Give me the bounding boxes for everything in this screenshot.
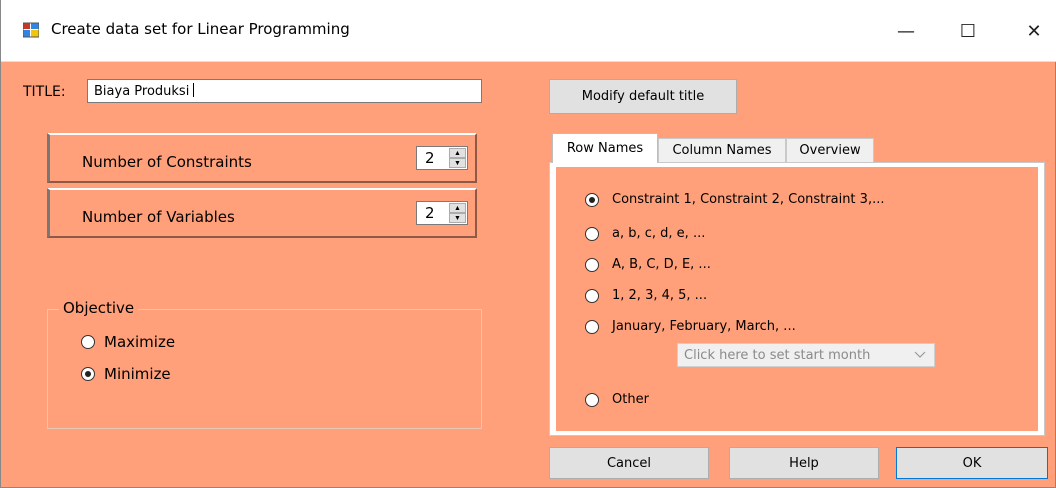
row-name-option-label[interactable]: Constraint 1, Constraint 2, Constraint 3…: [612, 192, 884, 207]
close-button[interactable]: ✕: [1011, 8, 1056, 54]
tab-overview[interactable]: Overview: [786, 138, 874, 162]
row-name-option-label[interactable]: A, B, C, D, E, ...: [612, 257, 711, 272]
dialog-window: Create data set for Linear Programming —…: [0, 0, 1056, 488]
row-name-option-radio[interactable]: [585, 320, 599, 334]
row-name-option-label[interactable]: a, b, c, d, e, ...: [612, 226, 705, 241]
minimize-radio[interactable]: [81, 367, 95, 381]
app-icon: [23, 22, 39, 38]
constraints-panel: Number of Constraints 2 ▲ ▼: [47, 133, 477, 183]
row-name-option-radio[interactable]: [585, 258, 599, 272]
spin-down-icon[interactable]: ▼: [449, 213, 466, 223]
row-name-option-label[interactable]: Other: [612, 392, 649, 407]
tab-column-names[interactable]: Column Names: [658, 138, 786, 162]
variables-spinner[interactable]: 2 ▲ ▼: [416, 201, 468, 225]
constraints-label: Number of Constraints: [82, 153, 252, 171]
row-name-option-radio[interactable]: [585, 227, 599, 241]
constraints-spinner[interactable]: 2 ▲ ▼: [416, 146, 468, 170]
spin-up-icon[interactable]: ▲: [449, 203, 466, 213]
title-bar: Create data set for Linear Programming —…: [1, 0, 1056, 62]
window-title: Create data set for Linear Programming: [51, 20, 350, 38]
cancel-button[interactable]: Cancel: [549, 447, 709, 479]
objective-legend: Objective: [59, 299, 139, 317]
start-month-combo-text: Click here to set start month: [684, 348, 871, 363]
spin-up-icon[interactable]: ▲: [449, 148, 466, 158]
variables-label: Number of Variables: [82, 208, 235, 226]
maximize-label[interactable]: Maximize: [104, 333, 175, 351]
variables-value: 2: [425, 204, 435, 222]
row-name-option-radio[interactable]: [585, 393, 599, 407]
text-caret: [193, 83, 195, 97]
title-input[interactable]: Biaya Produksi: [87, 79, 482, 103]
ok-button[interactable]: OK: [896, 447, 1048, 479]
title-label: TITLE:: [23, 84, 66, 100]
row-name-option-radio[interactable]: [585, 289, 599, 303]
chevron-down-icon: [914, 351, 926, 358]
help-button[interactable]: Help: [729, 447, 879, 479]
maximize-button[interactable]: ☐: [945, 8, 991, 54]
maximize-radio[interactable]: [81, 335, 95, 349]
minimize-label[interactable]: Minimize: [104, 365, 171, 383]
start-month-combo[interactable]: Click here to set start month: [677, 343, 935, 367]
title-input-value: Biaya Produksi: [94, 84, 190, 99]
minimize-button[interactable]: —: [883, 8, 929, 54]
variables-panel: Number of Variables 2 ▲ ▼: [47, 188, 477, 238]
modify-default-title-button[interactable]: Modify default title: [549, 79, 737, 114]
row-name-option-label[interactable]: 1, 2, 3, 4, 5, ...: [612, 288, 707, 303]
row-name-option-label[interactable]: January, February, March, ...: [612, 319, 796, 334]
constraints-value: 2: [425, 149, 435, 167]
spin-down-icon[interactable]: ▼: [449, 158, 466, 168]
row-name-option-radio[interactable]: [585, 193, 599, 207]
tab-row-names[interactable]: Row Names: [552, 133, 658, 163]
